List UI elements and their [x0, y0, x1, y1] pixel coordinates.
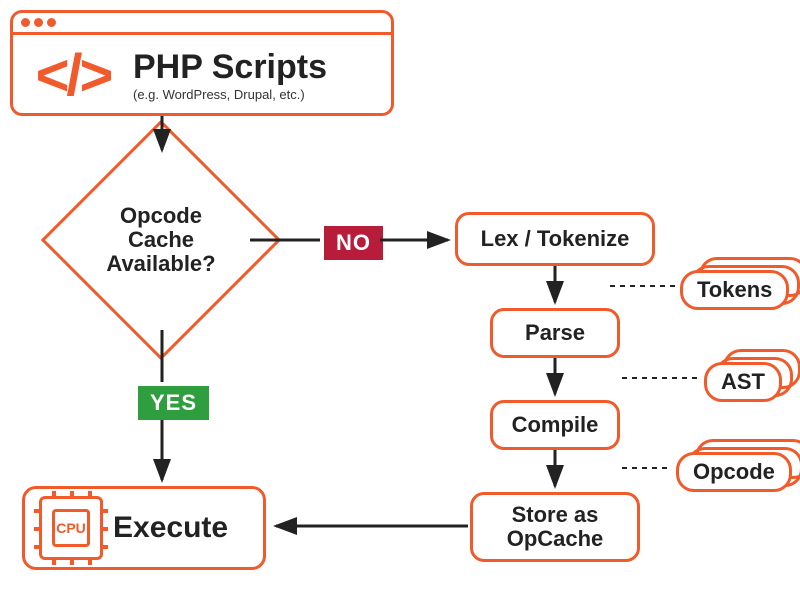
decision-diamond: Opcode Cache Available?	[76, 155, 246, 325]
browser-tabs-decor	[13, 13, 391, 35]
decision-label: Opcode Cache Available?	[76, 155, 246, 325]
window-dot	[21, 18, 30, 27]
code-icon: </>	[13, 42, 133, 109]
yes-badge: YES	[138, 386, 209, 420]
header-subtitle: (e.g. WordPress, Drupal, etc.)	[133, 87, 327, 102]
no-badge: NO	[324, 226, 383, 260]
execute-label: Execute	[113, 511, 228, 545]
store-node: Store as OpCache	[470, 492, 640, 562]
parse-node: Parse	[490, 308, 620, 358]
cpu-icon: CPU	[39, 496, 103, 560]
php-scripts-box: </> PHP Scripts (e.g. WordPress, Drupal,…	[10, 10, 394, 116]
compile-node: Compile	[490, 400, 620, 450]
ast-pill: AST	[704, 362, 782, 402]
opcode-pill: Opcode	[676, 452, 792, 492]
cpu-label: CPU	[52, 509, 90, 547]
header-title: PHP Scripts	[133, 48, 327, 87]
window-dot	[34, 18, 43, 27]
window-dot	[47, 18, 56, 27]
lex-node: Lex / Tokenize	[455, 212, 655, 266]
execute-box: CPU Execute	[22, 486, 266, 570]
tokens-pill: Tokens	[680, 270, 789, 310]
